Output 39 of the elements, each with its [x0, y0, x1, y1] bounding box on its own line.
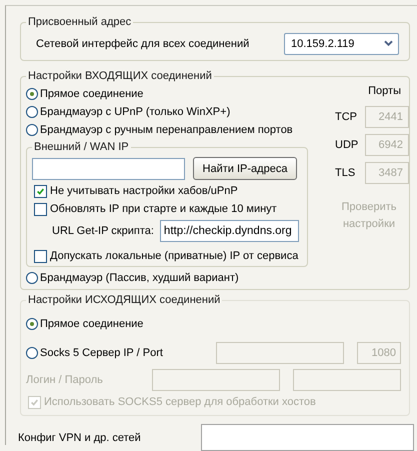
caret-icon [384, 40, 393, 47]
ip-input-field[interactable] [32, 158, 185, 180]
checkbox-label: Использовать SOCKS5 сервер для обработки хостов [44, 396, 316, 408]
find-ip-button[interactable]: Найти IP-адреса [193, 157, 297, 180]
url-input-field[interactable]: http://checkip.dyndns.org [160, 220, 299, 242]
login-field[interactable] [152, 369, 280, 391]
port-label: UDP [335, 139, 360, 151]
url-label: URL Get-IP скрипта: [52, 225, 154, 237]
vpn-input-field[interactable] [201, 424, 414, 451]
radio-label: Прямое соединение [40, 318, 144, 330]
password-field[interactable] [293, 369, 401, 391]
check-mark-icon [36, 186, 45, 196]
radio-button[interactable] [26, 106, 38, 118]
interface-label: Сетевой интерфейс для всех соединений [36, 38, 250, 50]
checkbox[interactable] [34, 184, 47, 198]
port-label: TLS [335, 167, 356, 179]
radio-label: Брандмауэр с UPnP (только WinXP+) [40, 106, 230, 118]
ports-label: Порты [368, 85, 401, 97]
login-label: Логин / Пароль [26, 374, 104, 386]
group-title: Настройки ВХОДЯЩИХ соединений [26, 69, 214, 83]
check-mark-icon [30, 398, 39, 406]
radio-button[interactable] [26, 272, 38, 284]
radio-label: Брандмауэр с ручным перенаправлением портов [40, 124, 293, 136]
group-title: Присвоенный адрес [26, 15, 134, 29]
radio-label: Прямое соединение [40, 88, 144, 100]
interface-dropdown[interactable]: 10.159.2.119 [284, 32, 399, 54]
radio-label: Socks 5 Сервер IP / Port [40, 347, 163, 359]
checkbox-label: Обновлять IP при старте и каждые 10 минут [50, 203, 277, 215]
vpn-label: Конфиг VPN и др. сетей [18, 432, 141, 444]
checkbox[interactable] [34, 250, 47, 262]
group-title: Настройки ИСХОДЯЩИХ соединений [26, 293, 222, 307]
radio-button[interactable] [26, 88, 38, 100]
checkbox[interactable] [34, 202, 47, 216]
radio-label: Брандмауэр (Пассив, худший вариант) [40, 272, 239, 284]
port-label: TCP [335, 111, 358, 123]
socks-ip-field[interactable] [216, 342, 344, 364]
checkbox-label: Не учитывать настройки хабов/uPnP [50, 185, 238, 197]
radio-button[interactable] [26, 124, 38, 136]
checkbox-label: Допускать локальные (приватные) IP от сервиса [50, 250, 298, 262]
